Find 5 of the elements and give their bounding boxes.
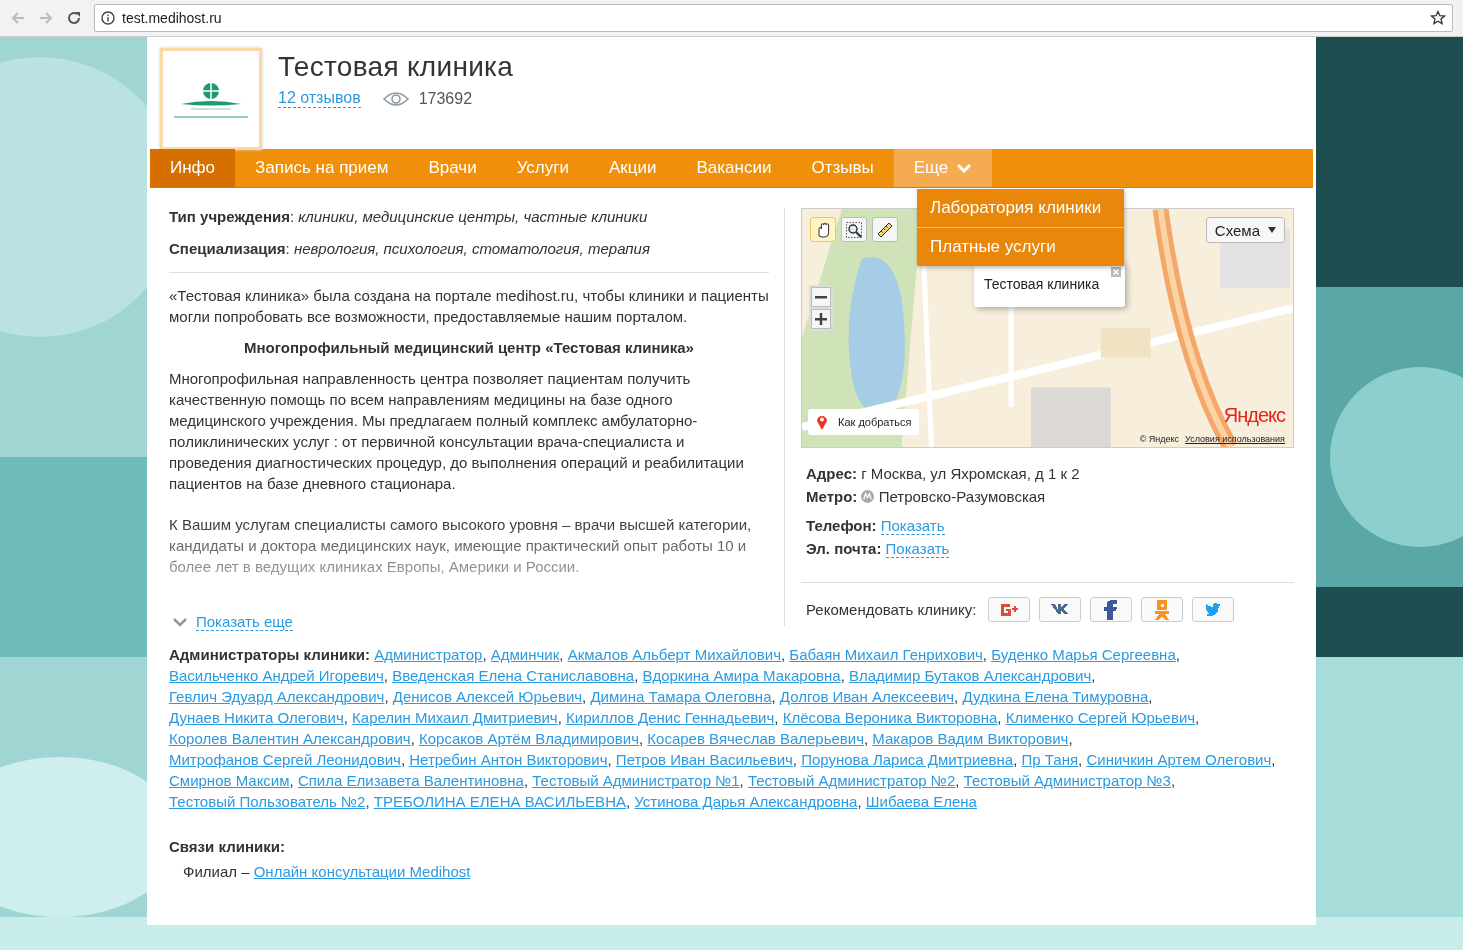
bookmark-star-icon[interactable]: [1430, 10, 1446, 26]
info-icon[interactable]: [101, 11, 115, 25]
address-bar[interactable]: test.medihost.ru: [94, 4, 1453, 32]
reload-icon[interactable]: [66, 10, 82, 26]
url-text: test.medihost.ru: [122, 10, 223, 26]
